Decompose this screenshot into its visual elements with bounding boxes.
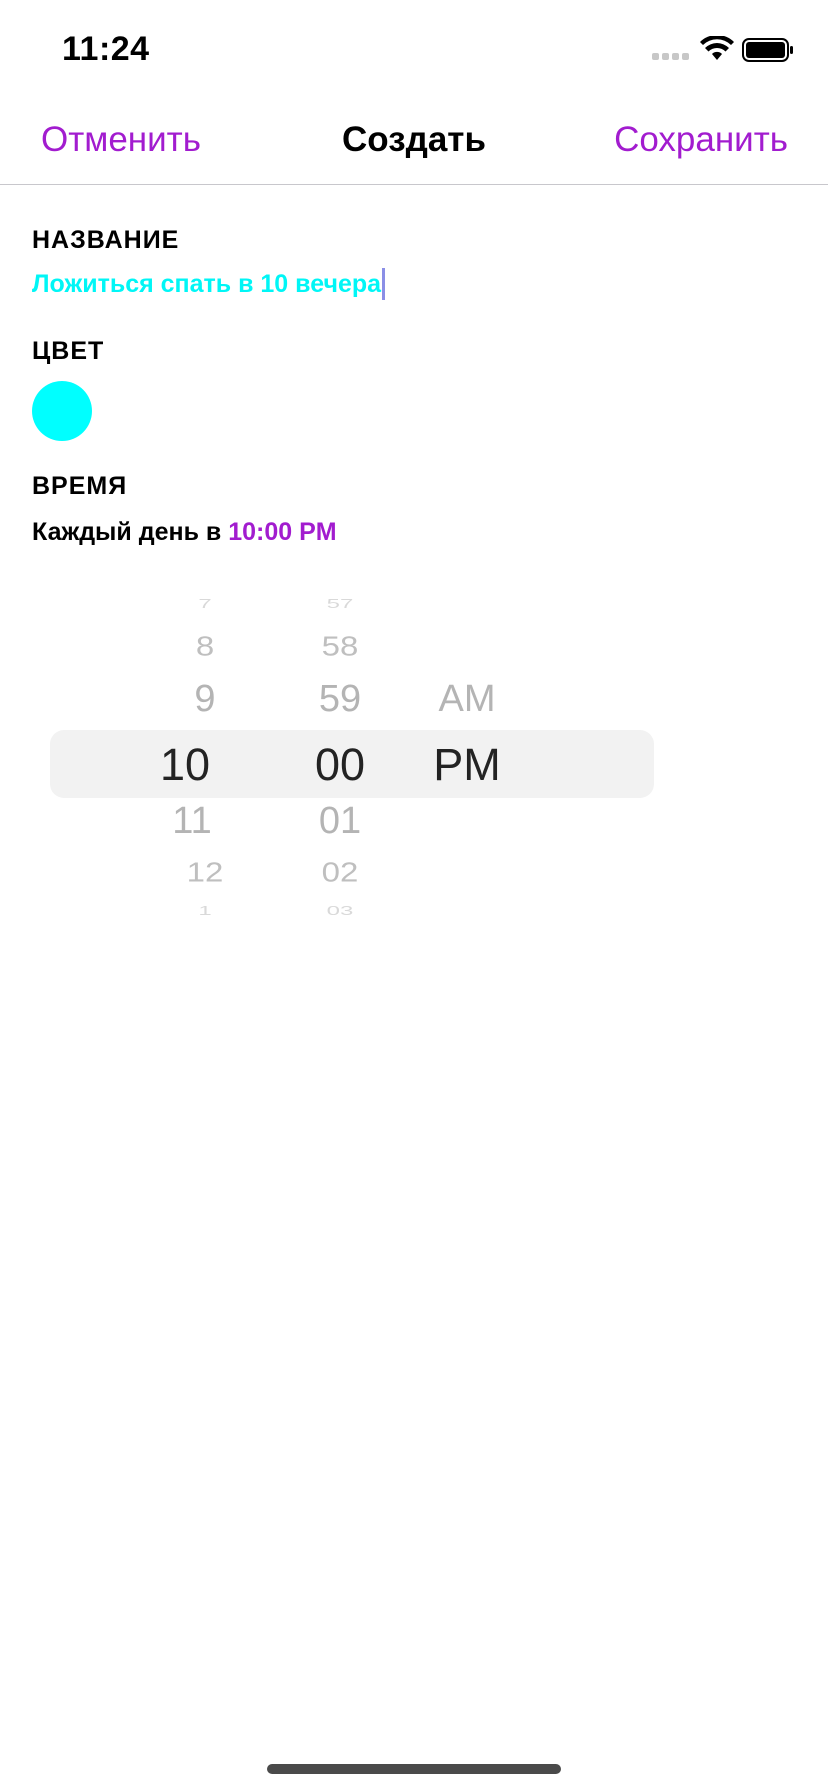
minute-option[interactable]: 58: [290, 630, 390, 662]
status-time: 11:24: [62, 30, 150, 68]
color-swatch[interactable]: [32, 381, 92, 441]
wifi-icon: [700, 36, 734, 60]
home-indicator[interactable]: [267, 1764, 561, 1774]
status-bar: 11:24: [0, 0, 828, 100]
hour-option[interactable]: 8: [155, 630, 255, 662]
signal-dots-icon: [652, 53, 690, 61]
text-cursor: [382, 268, 386, 300]
minute-option[interactable]: 01: [290, 800, 390, 843]
minute-option[interactable]: 57: [290, 596, 390, 611]
hour-option[interactable]: 12: [155, 856, 255, 888]
name-input-value: Ложиться спать в 10 вечера: [32, 269, 382, 298]
period-wheel[interactable]: AM PM: [412, 580, 522, 940]
time-summary: Каждый день в 10:00 PM: [32, 518, 337, 547]
period-option-selected[interactable]: PM: [412, 739, 522, 791]
save-button[interactable]: Сохранить: [614, 120, 788, 160]
cancel-button[interactable]: Отменить: [41, 120, 201, 160]
minute-option-selected[interactable]: 00: [290, 739, 390, 791]
nav-bar: Отменить Создать Сохранить: [0, 100, 828, 185]
minute-wheel[interactable]: 57 58 59 00 01 02 03: [290, 580, 390, 940]
hour-option[interactable]: 11: [142, 800, 242, 843]
battery-icon: [742, 38, 793, 62]
time-picker[interactable]: 7 8 9 10 11 12 1 57 58 59 00 01 02 03 AM…: [50, 580, 654, 940]
minute-option[interactable]: 03: [290, 903, 390, 918]
minute-option[interactable]: 59: [290, 678, 390, 721]
hour-option[interactable]: 7: [155, 596, 255, 611]
hour-wheel[interactable]: 7 8 9 10 11 12 1: [155, 580, 255, 940]
minute-option[interactable]: 02: [290, 856, 390, 888]
color-section-label: ЦВЕТ: [32, 337, 105, 365]
time-summary-prefix: Каждый день в: [32, 518, 222, 546]
time-summary-value: 10:00 PM: [228, 518, 337, 546]
name-input[interactable]: Ложиться спать в 10 вечера: [32, 268, 386, 300]
hour-option[interactable]: 9: [155, 678, 255, 721]
hour-option-selected[interactable]: 10: [135, 739, 235, 791]
time-section-label: ВРЕМЯ: [32, 472, 128, 500]
name-section-label: НАЗВАНИЕ: [32, 226, 180, 254]
period-option[interactable]: AM: [412, 678, 522, 721]
hour-option[interactable]: 1: [155, 903, 255, 918]
